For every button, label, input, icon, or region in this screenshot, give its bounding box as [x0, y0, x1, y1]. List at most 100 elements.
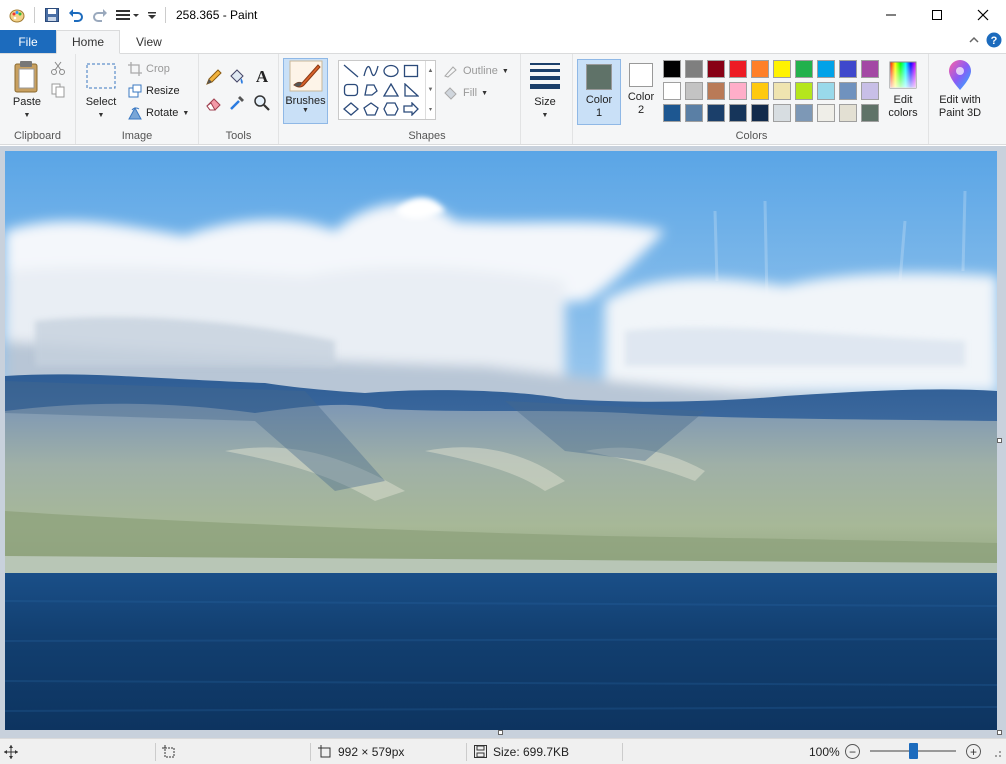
polygon-shape[interactable] [361, 81, 381, 99]
edit-with-paint3d-button[interactable]: Edit with Paint 3D [933, 60, 987, 120]
palette-color-swatch[interactable] [729, 104, 747, 122]
selection-size [162, 739, 176, 764]
pencil-icon [206, 69, 222, 85]
customize-icon[interactable] [113, 4, 143, 26]
palette-color-swatch[interactable] [729, 60, 747, 78]
tab-file[interactable]: File [0, 30, 56, 53]
palette-color-swatch[interactable] [817, 104, 835, 122]
palette-color-swatch[interactable] [685, 82, 703, 100]
zoom-slider-thumb[interactable] [909, 743, 918, 759]
palette-color-swatch[interactable] [685, 104, 703, 122]
pentagon-shape[interactable] [361, 100, 381, 118]
close-button[interactable] [960, 0, 1006, 30]
palette-color-swatch[interactable] [663, 82, 681, 100]
palette-color-swatch[interactable] [861, 82, 879, 100]
tab-view[interactable]: View [120, 30, 178, 53]
color1-button[interactable]: Color 1 [577, 59, 621, 125]
rounded-rectangle-shape[interactable] [341, 81, 361, 99]
outline-button[interactable]: Outline ▼ [443, 64, 509, 78]
svg-text:?: ? [991, 35, 998, 47]
rotate-button[interactable]: Rotate ▼ [128, 106, 189, 120]
oval-shape[interactable] [381, 62, 401, 80]
maximize-button[interactable] [914, 0, 960, 30]
hexagon-shape[interactable] [381, 100, 401, 118]
palette-color-swatch[interactable] [751, 82, 769, 100]
edit-colors-button[interactable]: Edit colors [882, 60, 924, 120]
right-triangle-shape[interactable] [401, 81, 421, 99]
palette-color-swatch[interactable] [861, 60, 879, 78]
shapes-scrollbar[interactable]: ▲ ▼ ▾ [425, 61, 435, 119]
paint3d-icon [949, 60, 971, 90]
line-shape[interactable] [341, 62, 361, 80]
palette-color-swatch[interactable] [795, 104, 813, 122]
text-button[interactable]: A [253, 67, 271, 85]
scroll-down-icon[interactable]: ▼ [428, 87, 434, 93]
resize-handle-corner[interactable] [997, 730, 1002, 735]
palette-color-swatch[interactable] [707, 104, 725, 122]
palette-color-swatch[interactable] [773, 82, 791, 100]
fill-shape-button[interactable]: Fill ▼ [443, 86, 488, 100]
magnifier-button[interactable] [253, 94, 271, 112]
palette-color-swatch[interactable] [817, 60, 835, 78]
save-icon[interactable] [41, 4, 63, 26]
palette-color-swatch[interactable] [795, 82, 813, 100]
palette-color-swatch[interactable] [663, 60, 681, 78]
dimensions-text: 992 × 579px [338, 744, 405, 759]
palette-color-swatch[interactable] [729, 82, 747, 100]
paste-button[interactable]: Paste ▼ [8, 60, 46, 122]
copy-button[interactable] [50, 82, 66, 98]
resize-handle-right[interactable] [997, 438, 1002, 443]
fill-button[interactable] [228, 68, 246, 86]
palette-color-swatch[interactable] [839, 60, 857, 78]
collapse-ribbon-icon[interactable] [968, 34, 980, 49]
pencil-button[interactable] [205, 68, 223, 86]
qat-dropdown-icon[interactable] [145, 4, 159, 26]
palette-color-swatch[interactable] [795, 60, 813, 78]
expand-gallery-icon[interactable]: ▾ [429, 106, 432, 113]
paste-icon [14, 61, 38, 93]
triangle-shape[interactable] [381, 81, 401, 99]
palette-color-swatch[interactable] [663, 104, 681, 122]
select-icon [86, 63, 116, 89]
palette-color-swatch[interactable] [839, 82, 857, 100]
size-grip-icon[interactable] [990, 739, 1002, 764]
undo-icon[interactable] [65, 4, 87, 26]
diamond-shape[interactable] [341, 100, 361, 118]
right-arrow-shape[interactable] [401, 100, 421, 118]
palette-color-swatch[interactable] [817, 82, 835, 100]
palette-color-swatch[interactable] [751, 60, 769, 78]
select-button[interactable]: Select ▼ [82, 60, 120, 122]
brushes-button[interactable]: Brushes ▼ [283, 58, 328, 124]
palette-color-swatch[interactable] [773, 60, 791, 78]
palette-color-swatch[interactable] [751, 104, 769, 122]
paste-label: Paste [12, 96, 42, 108]
palette-color-swatch[interactable] [773, 104, 791, 122]
palette-color-swatch[interactable] [861, 104, 879, 122]
resize-button[interactable]: Resize [128, 84, 180, 98]
zoom-in-button[interactable]: + [966, 744, 981, 759]
redo-icon[interactable] [89, 4, 111, 26]
palette-color-swatch[interactable] [839, 104, 857, 122]
resize-handle-bottom[interactable] [498, 730, 503, 735]
minimize-button[interactable] [868, 0, 914, 30]
paint-app-icon[interactable] [6, 4, 28, 26]
help-icon[interactable]: ? [986, 32, 1002, 51]
rectangle-shape[interactable] [401, 62, 421, 80]
cut-button[interactable] [50, 60, 66, 76]
crop-icon [128, 62, 142, 76]
separator [466, 743, 467, 761]
size-button[interactable]: Size ▼ [525, 60, 565, 122]
palette-color-swatch[interactable] [685, 60, 703, 78]
curve-shape[interactable] [361, 62, 381, 80]
separator [155, 743, 156, 761]
palette-color-swatch[interactable] [707, 82, 725, 100]
eraser-button[interactable] [205, 94, 223, 112]
color2-button[interactable]: Color 2 [619, 59, 663, 125]
tab-home[interactable]: Home [56, 30, 121, 54]
palette-color-swatch[interactable] [707, 60, 725, 78]
crop-button[interactable]: Crop [128, 62, 170, 76]
drawing-canvas[interactable] [5, 151, 997, 730]
zoom-out-button[interactable]: − [845, 744, 860, 759]
scroll-up-icon[interactable]: ▲ [428, 68, 434, 74]
color-picker-button[interactable] [228, 94, 246, 112]
